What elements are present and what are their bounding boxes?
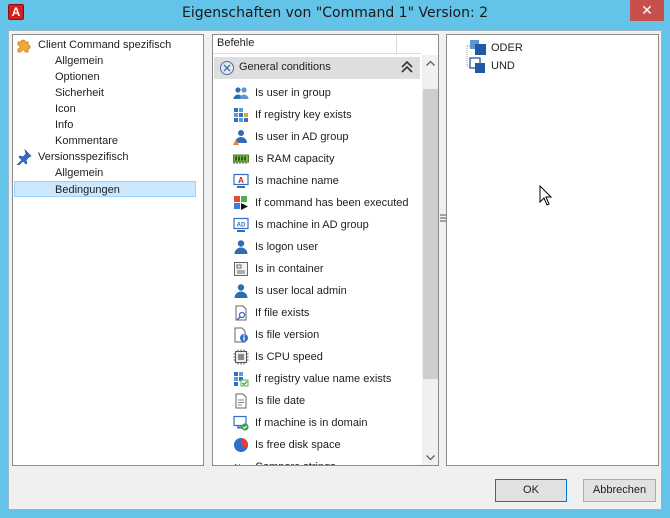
pin-icon xyxy=(16,149,32,165)
scroll-up-arrow-icon[interactable] xyxy=(422,55,439,72)
file-search-icon xyxy=(235,305,247,321)
and-block-icon xyxy=(469,57,485,73)
svg-text:Ab: Ab xyxy=(233,463,243,466)
command-label: Compare strings xyxy=(255,457,336,465)
svg-text:A: A xyxy=(238,176,244,185)
window-title: Eigenschaften von "Command 1" Version: 2 xyxy=(181,5,489,21)
command-label: If file exists xyxy=(255,307,310,319)
properties-window: A Eigenschaften von "Command 1" Version:… xyxy=(0,0,670,518)
tree-item-icon[interactable]: Icon xyxy=(55,101,76,117)
machine-name-icon: A xyxy=(233,173,249,188)
panel-splitter[interactable] xyxy=(439,34,446,466)
compare-strings-icon: Ab xyxy=(233,463,243,466)
command-label: Is user in AD group xyxy=(255,131,349,143)
collapse-chevron-icon[interactable] xyxy=(400,59,414,75)
domain-machine-icon xyxy=(233,415,249,431)
tree-group-client-command[interactable]: Client Command spezifisch xyxy=(16,37,202,53)
condition-logic-tree: ODER UND xyxy=(446,34,659,466)
or-block-icon xyxy=(470,40,486,55)
container-icon xyxy=(234,262,248,276)
ad-user-icon xyxy=(233,130,247,145)
conditions-group-icon xyxy=(220,61,234,75)
cpu-icon xyxy=(233,349,249,365)
title-bar[interactable]: A Eigenschaften von "Command 1" Version:… xyxy=(0,0,670,30)
command-label: Is logon user xyxy=(255,241,318,253)
tree-item-kommentare[interactable]: Kommentare xyxy=(55,133,118,149)
local-admin-icon xyxy=(234,284,248,298)
cancel-button[interactable]: Abbrechen xyxy=(583,479,656,502)
mouse-cursor-icon xyxy=(539,185,553,206)
scrollbar-thumb[interactable] xyxy=(423,89,438,379)
command-label: Is machine name xyxy=(255,175,339,187)
tree-item-info[interactable]: Info xyxy=(55,117,73,133)
command-label: If registry value name exists xyxy=(255,373,392,385)
command-label: Is RAM capacity xyxy=(255,153,335,165)
column-header-befehle: Befehle xyxy=(217,37,255,49)
column-separator[interactable] xyxy=(396,35,397,54)
command-label: Is machine in AD group xyxy=(255,219,369,231)
tree-group-label: Client Command spezifisch xyxy=(38,39,172,51)
logon-user-icon xyxy=(234,240,248,254)
command-label: Is in container xyxy=(255,263,324,275)
puzzle-icon xyxy=(17,39,31,53)
scroll-down-arrow-icon[interactable] xyxy=(422,449,439,466)
command-label: Is user in group xyxy=(255,87,331,99)
tree-item-allgemein-version[interactable]: Allgemein xyxy=(55,165,103,181)
command-label: Is file version xyxy=(255,329,320,341)
ram-icon xyxy=(233,154,249,164)
registry-value-icon xyxy=(234,372,249,387)
tree-item-bedingungen[interactable]: Bedingungen xyxy=(14,181,196,197)
column-header[interactable]: Befehle xyxy=(213,35,421,54)
file-date-icon xyxy=(235,393,247,409)
command-label: Is file date xyxy=(255,395,306,407)
command-label: Is CPU speed xyxy=(255,351,323,363)
registry-icon xyxy=(234,108,248,122)
logic-node-label: ODER xyxy=(491,42,523,54)
file-info-icon xyxy=(234,327,248,343)
command-executed-icon xyxy=(234,196,248,210)
user-group-icon xyxy=(233,87,249,99)
command-label: Is free disk space xyxy=(255,439,341,451)
disk-space-icon xyxy=(234,438,248,452)
command-label: If registry key exists xyxy=(255,109,352,121)
ok-button[interactable]: OK xyxy=(495,479,567,502)
logic-node-label: UND xyxy=(491,60,515,72)
tree-item-optionen[interactable]: Optionen xyxy=(55,69,100,85)
navigation-tree: Client Command spezifisch Allgemein Opti… xyxy=(12,34,204,466)
group-label: General conditions xyxy=(239,61,331,73)
command-label: If machine is in domain xyxy=(255,417,368,429)
dialog-client-area: Client Command spezifisch Allgemein Opti… xyxy=(8,30,662,510)
command-label: Is user local admin xyxy=(255,285,347,297)
close-button[interactable]: ✕ xyxy=(630,0,664,21)
tree-group-label: Versionsspezifisch xyxy=(38,151,129,163)
commands-scrollbar[interactable] xyxy=(422,55,439,466)
svg-text:AD: AD xyxy=(237,223,246,229)
command-label: If command has been executed xyxy=(255,197,409,209)
ad-machine-icon: AD xyxy=(233,217,249,232)
commands-panel: Befehle General conditions Is user in gr… xyxy=(212,34,439,466)
tree-item-sicherheit[interactable]: Sicherheit xyxy=(55,85,104,101)
group-general-conditions[interactable]: General conditions xyxy=(214,57,420,79)
tree-item-allgemein[interactable]: Allgemein xyxy=(55,53,103,69)
tree-group-versionsspezifisch[interactable]: Versionsspezifisch xyxy=(16,149,202,165)
